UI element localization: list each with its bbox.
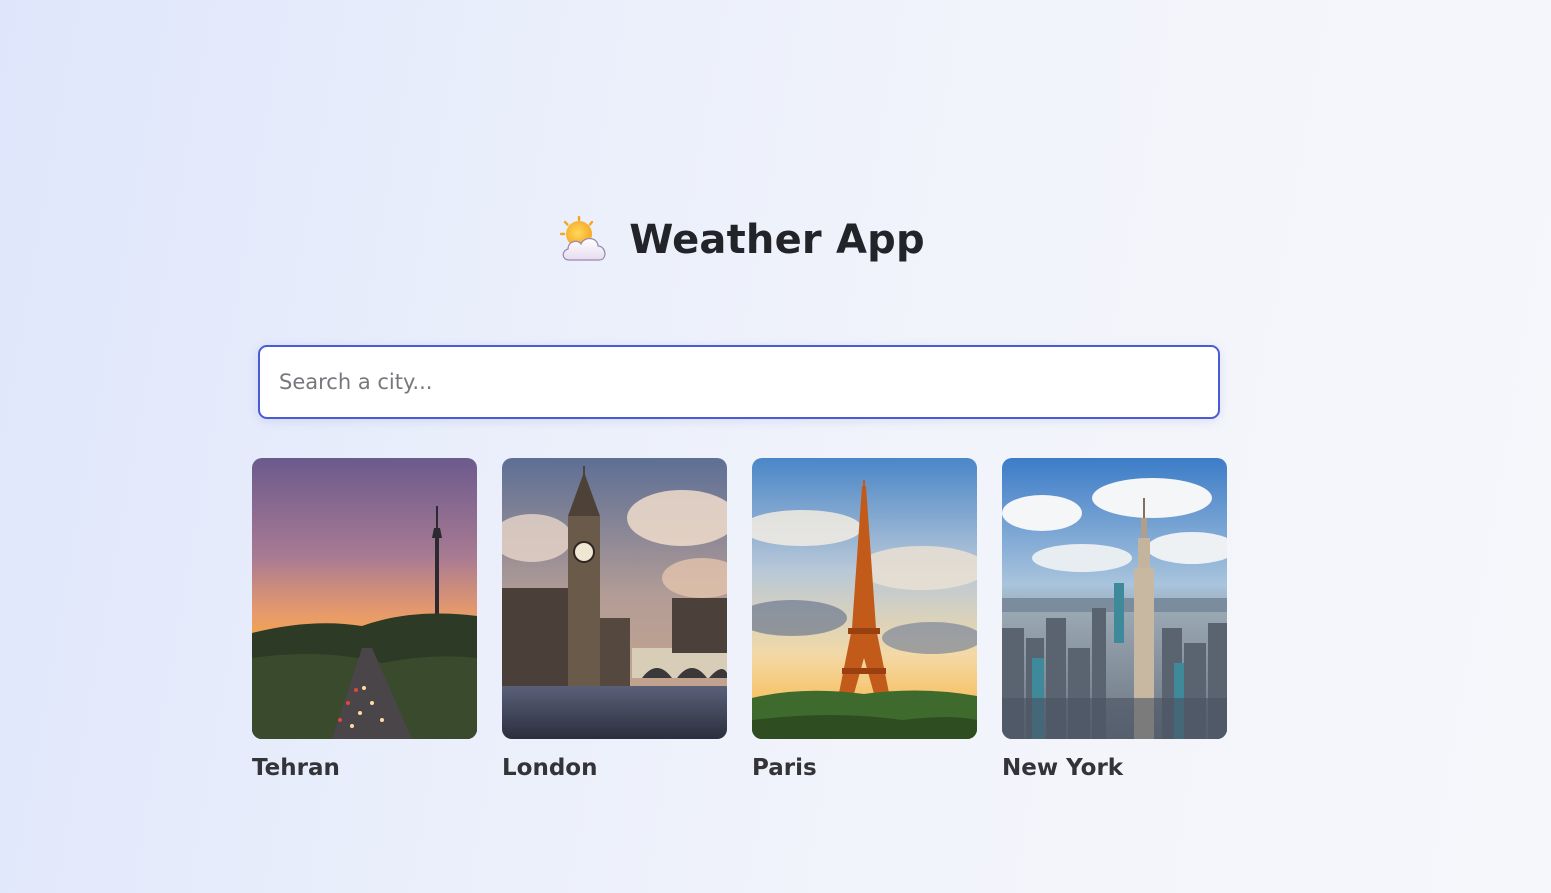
sun-behind-cloud-icon xyxy=(559,216,606,261)
tehran-milad-tower-sunset-image[interactable] xyxy=(252,458,477,739)
city-name: Paris xyxy=(752,755,817,781)
city-card-london[interactable]: London xyxy=(502,458,727,783)
city-name: Tehran xyxy=(252,755,340,781)
paris-eiffel-tower-image[interactable] xyxy=(752,458,977,739)
page-title: Weather App xyxy=(629,217,925,263)
search-container xyxy=(258,345,1220,419)
city-name: New York xyxy=(1002,755,1124,781)
city-card-paris[interactable]: Paris xyxy=(752,458,977,783)
city-card-new-york[interactable]: New York xyxy=(1002,458,1227,783)
london-big-ben-image[interactable] xyxy=(502,458,727,739)
app-header: Weather App xyxy=(0,212,1484,268)
city-list: Tehran London Paris New York xyxy=(252,458,1227,783)
new-york-empire-state-image[interactable] xyxy=(1002,458,1227,739)
city-search-input[interactable] xyxy=(258,345,1220,419)
city-card-tehran[interactable]: Tehran xyxy=(252,458,477,783)
city-name: London xyxy=(502,755,598,781)
